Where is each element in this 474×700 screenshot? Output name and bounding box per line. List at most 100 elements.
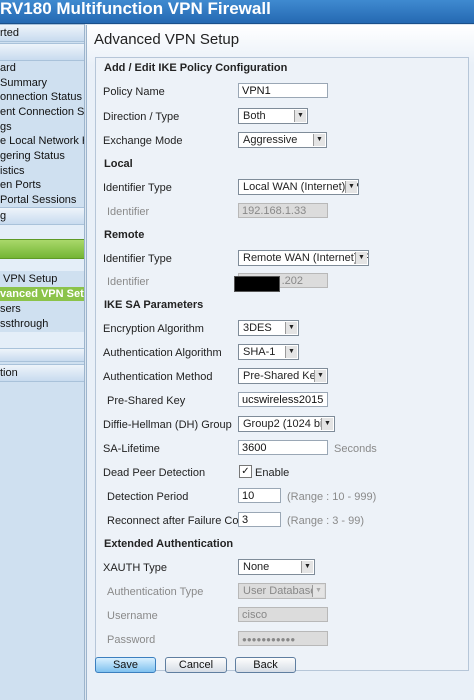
encryption-algorithm-select[interactable]: 3DES ▼ — [238, 320, 299, 336]
pre-shared-key-input[interactable]: ucswireless2015 — [238, 392, 328, 407]
sidebar-item-connection-status[interactable]: onnection Status — [0, 90, 84, 104]
username-label: Username — [107, 610, 158, 622]
local-identifier-label: Identifier — [107, 206, 150, 218]
authentication-method-value: Pre-Shared Key — [243, 370, 322, 382]
encryption-algorithm-label: Encryption Algorithm — [103, 323, 204, 335]
username-input[interactable]: cisco — [238, 607, 328, 622]
save-button[interactable]: Save — [95, 657, 156, 673]
xauth-type-value: None — [243, 561, 270, 573]
authentication-type-value: User Database — [243, 585, 317, 597]
authentication-method-label: Authentication Method — [103, 371, 213, 383]
sidebar-item-portal-sessions[interactable]: Portal Sessions — [0, 193, 84, 207]
authentication-type-select[interactable]: User Database ▼ — [238, 583, 326, 599]
authentication-method-select[interactable]: Pre-Shared Key ▼ — [238, 368, 328, 384]
authentication-algorithm-select[interactable]: SHA-1 ▼ — [238, 344, 299, 360]
xauth-type-label: XAUTH Type — [103, 562, 167, 574]
chevron-down-icon: ▼ — [312, 585, 324, 597]
sidebar-item-status[interactable] — [0, 43, 84, 61]
detection-period-label: Detection Period — [107, 491, 189, 503]
pre-shared-key-label: Pre-Shared Key — [107, 395, 186, 407]
chevron-down-icon: ▼ — [301, 561, 313, 573]
dpd-enable-label: Enable — [255, 467, 290, 479]
local-identifier-type-label: Identifier Type — [103, 182, 172, 194]
sidebar-item-vpn-passthrough[interactable]: ssthrough — [0, 317, 84, 331]
remote-identifier-type-label: Identifier Type — [103, 253, 172, 265]
sidebar-item-triggering-status[interactable]: gering Status — [0, 149, 84, 163]
reconnect-failure-input[interactable]: 3 — [238, 512, 281, 527]
cancel-button[interactable]: Cancel — [165, 657, 227, 673]
sidebar-item-networking[interactable]: g — [0, 207, 84, 225]
sa-lifetime-label: SA-Lifetime — [103, 443, 160, 455]
dh-group-select[interactable]: Group2 (1024 bit) ▼ — [238, 416, 335, 432]
dead-peer-detection-label: Dead Peer Detection — [103, 467, 206, 479]
sidebar-item-logs[interactable]: gs — [0, 120, 84, 134]
sidebar-spacer — [0, 259, 84, 271]
local-identifier-type-select[interactable]: Local WAN (Internet) IP ▼ — [238, 179, 359, 195]
encryption-algorithm-value: 3DES — [243, 322, 272, 334]
sidebar-item-advanced-vpn-setup[interactable]: vanced VPN Setup — [0, 287, 84, 301]
sa-lifetime-unit: Seconds — [334, 443, 377, 455]
sidebar-spacer — [0, 225, 84, 239]
exchange-mode-value: Aggressive — [243, 134, 298, 146]
extended-auth-heading: Extended Authentication — [104, 538, 234, 550]
exchange-mode-select[interactable]: Aggressive ▼ — [238, 132, 327, 148]
local-identifier-input[interactable]: 192.168.1.33 — [238, 203, 328, 218]
dh-group-label: Diffie-Hellman (DH) Group — [103, 419, 232, 431]
sidebar-item-administration[interactable]: tion — [0, 364, 84, 382]
remote-identifier-type-select[interactable]: Remote WAN (Internet) IP ▼ — [238, 250, 369, 266]
xauth-type-select[interactable]: None ▼ — [238, 559, 315, 575]
sidebar-item-group[interactable] — [0, 348, 84, 362]
sidebar-item-open-ports[interactable]: en Ports — [0, 178, 84, 192]
sidebar-item-basic-vpn-setup[interactable]: VPN Setup — [0, 272, 84, 286]
sidebar-item-label: VPN Setup — [3, 273, 58, 285]
sidebar-item-vpn-users[interactable]: sers — [0, 302, 84, 316]
remote-identifier-label: Identifier — [107, 276, 150, 288]
chevron-down-icon: ▼ — [321, 418, 333, 430]
chevron-down-icon: ▼ — [314, 370, 326, 382]
reconnect-failure-label: Reconnect after Failure Count — [107, 515, 254, 527]
sidebar-item-local-network-hosts[interactable]: e Local Network Ho — [0, 134, 84, 148]
authentication-type-label: Authentication Type — [107, 586, 204, 598]
sidebar-item-client-connection-status[interactable]: ent Connection Stat — [0, 105, 84, 119]
app-header: RV180 Multifunction VPN Firewall — [0, 0, 474, 24]
sidebar-item-dashboard[interactable]: ard — [0, 61, 84, 75]
password-input[interactable]: ●●●●●●●●●●● — [238, 631, 328, 646]
sidebar-item-statistics[interactable]: istics — [0, 164, 84, 178]
local-identifier-type-value: Local WAN (Internet) IP — [243, 181, 359, 193]
sidebar-item-summary[interactable]: Summary — [0, 76, 84, 90]
exchange-mode-label: Exchange Mode — [103, 135, 183, 147]
section-title: Add / Edit IKE Policy Configuration — [104, 62, 288, 74]
password-label: Password — [107, 634, 156, 646]
remote-heading: Remote — [104, 229, 145, 241]
chevron-down-icon: ▼ — [345, 181, 357, 193]
sidebar-spacer — [0, 332, 84, 348]
direction-type-label: Direction / Type — [103, 111, 180, 123]
remote-identifier-type-value: Remote WAN (Internet) IP — [243, 252, 369, 264]
sidebar: rted ard Summary onnection Status ent Co… — [0, 24, 85, 700]
chevron-down-icon: ▼ — [285, 346, 297, 358]
ike-sa-heading: IKE SA Parameters — [104, 299, 204, 311]
dpd-enable-checkbox[interactable]: ✓ — [239, 465, 252, 478]
main-content: Advanced VPN Setup Add / Edit IKE Policy… — [86, 25, 474, 700]
back-button[interactable]: Back — [235, 657, 296, 673]
reconnect-failure-range: (Range : 3 - 99) — [287, 515, 365, 527]
page-title: Advanced VPN Setup — [94, 31, 240, 48]
chevron-down-icon: ▼ — [294, 110, 306, 122]
redaction-box — [234, 276, 280, 292]
detection-period-input[interactable]: 10 — [238, 488, 281, 503]
ike-policy-panel: Add / Edit IKE Policy Configuration Poli… — [95, 57, 469, 671]
direction-type-select[interactable]: Both ▼ — [238, 108, 308, 124]
sidebar-vpn-header[interactable] — [0, 239, 84, 259]
sidebar-item-getting-started[interactable]: rted — [0, 24, 84, 42]
app-title: RV180 Multifunction VPN Firewall — [0, 0, 271, 18]
chevron-down-icon: ▼ — [313, 134, 325, 146]
authentication-algorithm-label: Authentication Algorithm — [103, 347, 222, 359]
sa-lifetime-input[interactable]: 3600 — [238, 440, 328, 455]
chevron-down-icon: ▼ — [355, 252, 367, 264]
dh-group-value: Group2 (1024 bit) — [243, 418, 330, 430]
authentication-algorithm-value: SHA-1 — [243, 346, 276, 358]
policy-name-label: Policy Name — [103, 86, 165, 98]
local-heading: Local — [104, 158, 133, 170]
detection-period-range: (Range : 10 - 999) — [287, 491, 377, 503]
policy-name-input[interactable]: VPN1 — [238, 83, 328, 98]
